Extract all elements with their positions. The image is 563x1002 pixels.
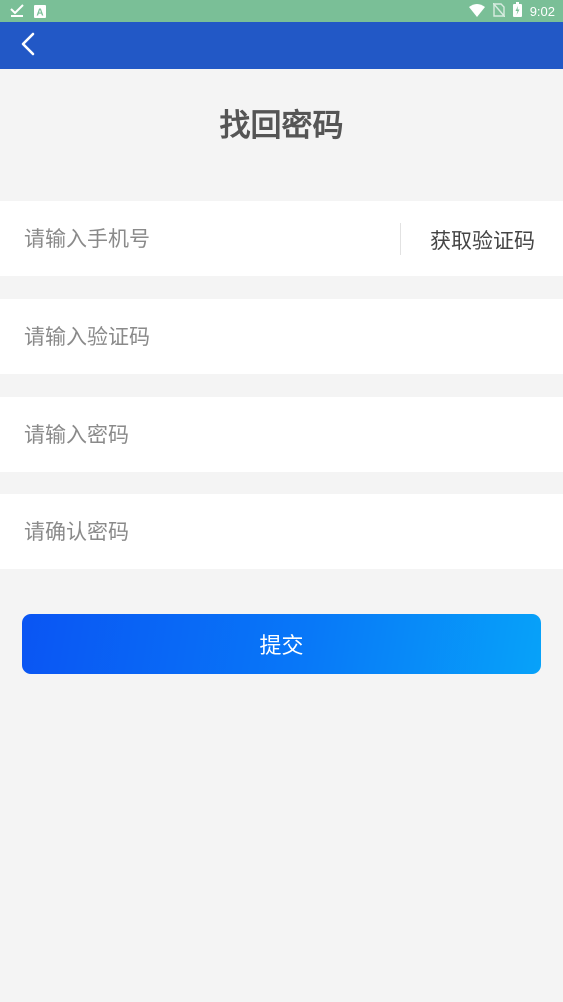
battery-icon (512, 2, 522, 21)
back-button[interactable] (8, 26, 48, 66)
divider (400, 223, 401, 255)
chevron-left-icon (21, 32, 35, 60)
wifi-icon (468, 2, 485, 21)
status-left-icons: A (10, 3, 46, 22)
phone-row: 获取验证码 (0, 201, 563, 276)
confirm-password-row (0, 494, 563, 569)
status-time: 9:02 (529, 3, 555, 19)
phone-input[interactable] (24, 201, 384, 276)
app-bar (0, 22, 563, 69)
submit-button[interactable]: 提交 (22, 614, 541, 674)
code-row (0, 299, 563, 374)
status-right-icons: 9:02 (468, 2, 555, 21)
get-code-button[interactable]: 获取验证码 (402, 201, 563, 276)
verification-code-input[interactable] (24, 299, 539, 374)
check-download-icon (10, 3, 24, 22)
no-sim-icon (492, 2, 506, 21)
password-input[interactable] (24, 397, 539, 472)
password-row (0, 397, 563, 472)
page-title: 找回密码 (219, 108, 344, 144)
confirm-password-input[interactable] (24, 494, 539, 569)
a-notification-icon: A (34, 3, 46, 22)
svg-text:A: A (36, 8, 43, 19)
status-bar: A 9:02 (0, 0, 563, 22)
